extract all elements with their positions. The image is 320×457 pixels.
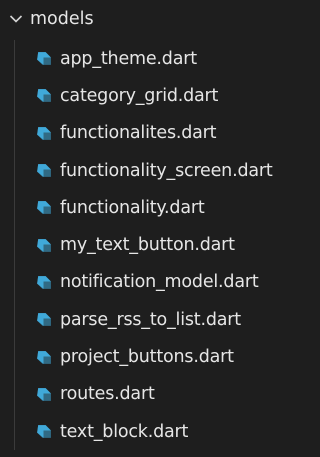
file-item[interactable]: parse_rss_to_list.dart [0, 301, 315, 338]
file-item[interactable]: my_text_button.dart [0, 226, 315, 263]
file-item[interactable]: text_block.dart [0, 413, 315, 450]
dart-file-icon [34, 50, 52, 68]
file-explorer: models app_theme.dart category_grid.dart… [0, 0, 315, 457]
file-item[interactable]: functionality.dart [0, 189, 315, 226]
dart-file-icon [34, 348, 52, 366]
file-label: functionality.dart [60, 197, 205, 218]
dart-file-icon [34, 236, 52, 254]
file-label: my_text_button.dart [60, 235, 235, 256]
folder-models[interactable]: models [0, 0, 315, 37]
file-label: text_block.dart [60, 421, 189, 442]
file-item[interactable]: category_grid.dart [0, 77, 315, 114]
file-item[interactable]: notification_model.dart [0, 264, 315, 301]
file-label: project_buttons.dart [60, 347, 234, 368]
file-label: functionality_screen.dart [60, 160, 273, 181]
file-item[interactable]: project_buttons.dart [0, 338, 315, 375]
file-item[interactable]: app_theme.dart [0, 40, 315, 77]
file-list: app_theme.dart category_grid.dart functi… [0, 40, 315, 450]
dart-file-icon [34, 124, 52, 142]
dart-file-icon [34, 199, 52, 217]
file-item[interactable]: functionalites.dart [0, 115, 315, 152]
dart-file-icon [34, 423, 52, 441]
file-label: app_theme.dart [60, 48, 197, 69]
file-label: functionalites.dart [60, 123, 217, 144]
dart-file-icon [34, 311, 52, 329]
file-label: category_grid.dart [60, 85, 219, 106]
file-label: notification_model.dart [60, 272, 259, 293]
file-label: routes.dart [60, 384, 155, 405]
dart-file-icon [34, 385, 52, 403]
file-item[interactable]: functionality_screen.dart [0, 152, 315, 189]
chevron-down-icon[interactable] [4, 0, 28, 37]
file-label: parse_rss_to_list.dart [60, 309, 241, 330]
dart-file-icon [34, 87, 52, 105]
file-item[interactable]: routes.dart [0, 376, 315, 413]
dart-file-icon [34, 162, 52, 180]
dart-file-icon [34, 273, 52, 291]
folder-label: models [30, 8, 94, 29]
